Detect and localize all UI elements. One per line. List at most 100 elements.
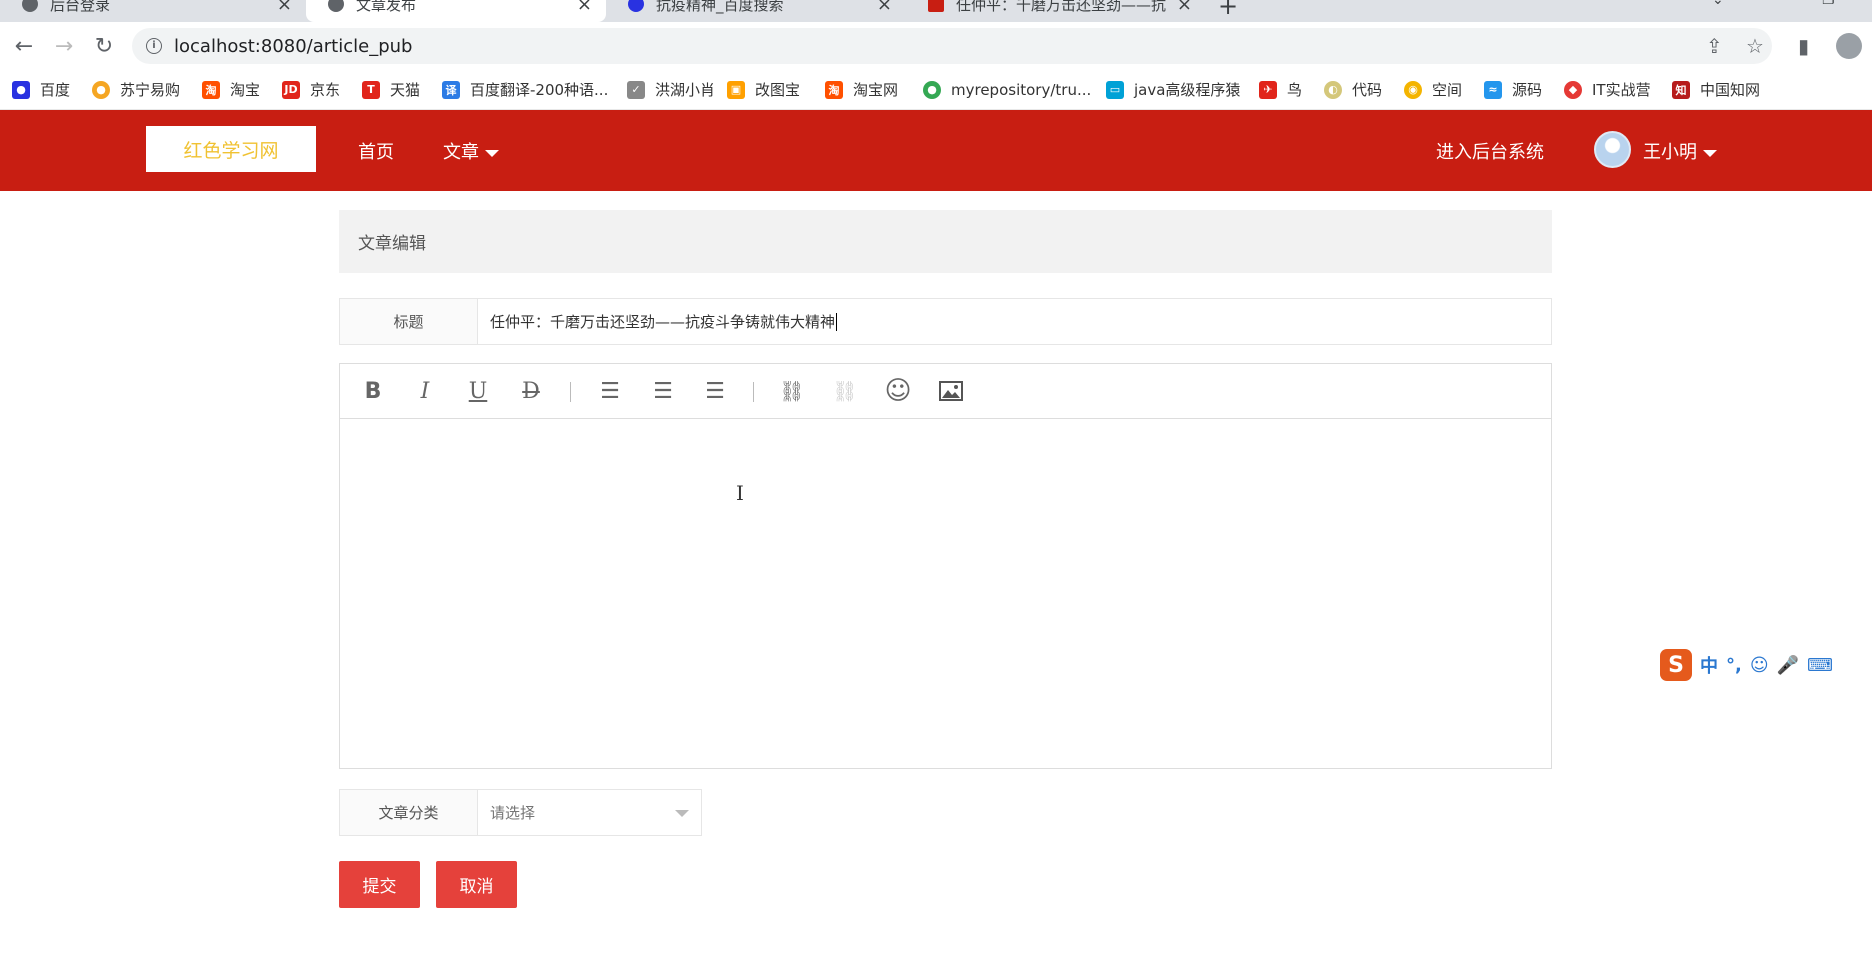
tab-news[interactable]: 任仲平：千磨万击还坚劲——抗 ×: [906, 0, 1206, 22]
bird-icon: ✈: [1259, 80, 1277, 99]
emoji-icon[interactable]: ☺: [883, 376, 913, 406]
category-label: 文章分类: [339, 789, 477, 836]
link-icon[interactable]: ⛓: [777, 376, 807, 406]
bookmark-item[interactable]: ≈ 源码: [1484, 79, 1564, 100]
profile-icon[interactable]: [1836, 33, 1862, 59]
italic-icon[interactable]: I: [410, 376, 440, 406]
bookmark-item[interactable]: 译百度翻译-200种语...: [442, 79, 627, 100]
bookmark-item[interactable]: ● 苏宁易购: [92, 79, 202, 100]
avatar[interactable]: [1594, 131, 1631, 168]
tmall-icon: T: [362, 80, 380, 99]
align-right-icon[interactable]: ☰: [700, 376, 730, 406]
bookmark-item[interactable]: ◆ IT实战营: [1564, 79, 1672, 100]
bookmark-item[interactable]: 淘淘宝: [202, 79, 282, 100]
bookmark-item[interactable]: 淘淘宝网: [825, 79, 923, 100]
bookmark-item[interactable]: ◐ 代码: [1324, 79, 1404, 100]
close-icon[interactable]: ×: [577, 0, 592, 15]
editor-content-area[interactable]: I: [340, 420, 1551, 768]
microphone-icon[interactable]: 🎤: [1777, 655, 1799, 676]
bookmark-item[interactable]: ● 百度: [12, 79, 92, 100]
qzone-icon: ◉: [1404, 80, 1422, 99]
tab-article-pub[interactable]: 文章发布 ×: [306, 0, 606, 22]
caret-down-icon: [485, 149, 499, 157]
bookmark-star-icon[interactable]: ☆: [1746, 34, 1764, 58]
bookmark-item[interactable]: ✓ 洪湖小肖: [627, 79, 727, 100]
keyboard-icon[interactable]: ⌨: [1807, 655, 1833, 676]
editor-toolbar: B I U D ☰ ☰ ☰ ⛓ ⛓ ☺: [340, 364, 1551, 419]
bookmark-label: 淘宝: [230, 81, 261, 99]
bookmark-label: 改图宝: [755, 81, 801, 99]
bookmark-item[interactable]: ▣ 改图宝: [727, 79, 825, 100]
site-logo[interactable]: 红色学习网: [146, 126, 316, 172]
align-left-icon[interactable]: ☰: [595, 376, 625, 406]
bookmark-item[interactable]: ▭ java高级程序猿: [1106, 79, 1259, 100]
emoji-icon[interactable]: ☺: [1750, 655, 1769, 676]
docker-icon: ≈: [1484, 80, 1502, 99]
category-select[interactable]: 请选择: [477, 789, 702, 836]
site-info-icon[interactable]: i: [146, 38, 162, 54]
align-center-icon[interactable]: ☰: [648, 376, 678, 406]
punctuation-icon[interactable]: °,: [1726, 655, 1742, 676]
bookmark-item[interactable]: ◉ 空间: [1404, 79, 1484, 100]
logo-text: 红色学习网: [183, 139, 279, 162]
tab-title: 文章发布: [356, 0, 417, 14]
close-icon[interactable]: ×: [877, 0, 892, 15]
image-tool-icon: ▣: [727, 80, 745, 99]
close-icon[interactable]: ×: [277, 0, 292, 15]
ime-mode[interactable]: 中: [1700, 652, 1718, 678]
nav-home[interactable]: 首页: [358, 138, 394, 164]
new-tab-button[interactable]: +: [1218, 0, 1238, 20]
tab-title: 后台登录: [50, 0, 111, 14]
panel-title: 文章编辑: [358, 234, 426, 254]
image-icon[interactable]: [936, 376, 966, 406]
it-icon: ◆: [1564, 80, 1582, 99]
bookmark-item[interactable]: ✈ 鸟: [1259, 79, 1324, 100]
toolbar-divider: [570, 382, 571, 402]
side-panel-icon[interactable]: ▮: [1798, 34, 1809, 58]
tab-search-chevron-icon[interactable]: ⌄: [1712, 0, 1724, 8]
underline-icon[interactable]: U: [463, 376, 493, 406]
user-menu[interactable]: 王小明: [1643, 138, 1717, 164]
tab-title: 抗疫精神_百度搜索: [656, 0, 784, 14]
text-cursor-ibeam: I: [736, 481, 744, 505]
sogou-logo-icon: S: [1660, 649, 1692, 681]
reload-icon[interactable]: ↻: [90, 32, 118, 60]
username: 王小明: [1643, 142, 1697, 163]
strikethrough-icon[interactable]: D: [516, 376, 546, 406]
cnki-icon: 知: [1672, 80, 1690, 99]
bookmark-label: myrepository/tru...: [951, 80, 1092, 99]
address-bar[interactable]: i localhost:8080/article_pub: [132, 28, 1772, 64]
restore-window-icon[interactable]: ❐: [1822, 0, 1835, 8]
bookmark-label: 源码: [1512, 81, 1543, 99]
panel-header: 文章编辑: [339, 210, 1552, 273]
rich-text-editor: B I U D ☰ ☰ ☰ ⛓ ⛓ ☺ I: [339, 363, 1552, 769]
tab-login[interactable]: 后台登录 ×: [0, 0, 306, 22]
admin-link[interactable]: 进入后台系统: [1436, 138, 1544, 164]
share-icon[interactable]: ⇪: [1706, 34, 1723, 58]
tab-search[interactable]: 抗疫精神_百度搜索 ×: [606, 0, 906, 22]
close-icon[interactable]: ×: [1177, 0, 1192, 15]
news-icon: [928, 0, 944, 12]
bookmark-item[interactable]: JD 京东: [282, 79, 362, 100]
unlink-icon[interactable]: ⛓: [830, 376, 860, 406]
bookmark-label: 代码: [1352, 81, 1383, 99]
chrome-icon: ●: [923, 80, 941, 99]
cancel-button[interactable]: 取消: [436, 861, 517, 908]
nav-article-label: 文章: [443, 142, 479, 163]
code-icon: ◐: [1324, 80, 1342, 99]
baidu-icon: ●: [12, 80, 30, 99]
url-text[interactable]: localhost:8080/article_pub: [174, 36, 412, 57]
bookmark-item[interactable]: T 天猫: [362, 79, 442, 100]
category-placeholder: 请选择: [490, 804, 536, 822]
submit-button[interactable]: 提交: [339, 861, 420, 908]
jd-icon: JD: [282, 80, 300, 99]
bold-icon[interactable]: B: [358, 376, 388, 406]
title-input[interactable]: 任仲平：千磨万击还坚劲——抗疫斗争铸就伟大精神: [477, 298, 1552, 345]
ime-toolbar[interactable]: S 中 °, ☺ 🎤 ⌨: [1660, 645, 1872, 685]
bookmark-item[interactable]: ● myrepository/tru...: [923, 80, 1106, 99]
nav-article-dropdown[interactable]: 文章: [443, 138, 499, 164]
site-header: 红色学习网 首页 文章 进入后台系统 王小明: [0, 110, 1872, 191]
forward-icon[interactable]: →: [50, 32, 78, 60]
bookmark-item[interactable]: 知中国知网: [1672, 79, 1772, 100]
back-icon[interactable]: ←: [10, 32, 38, 60]
